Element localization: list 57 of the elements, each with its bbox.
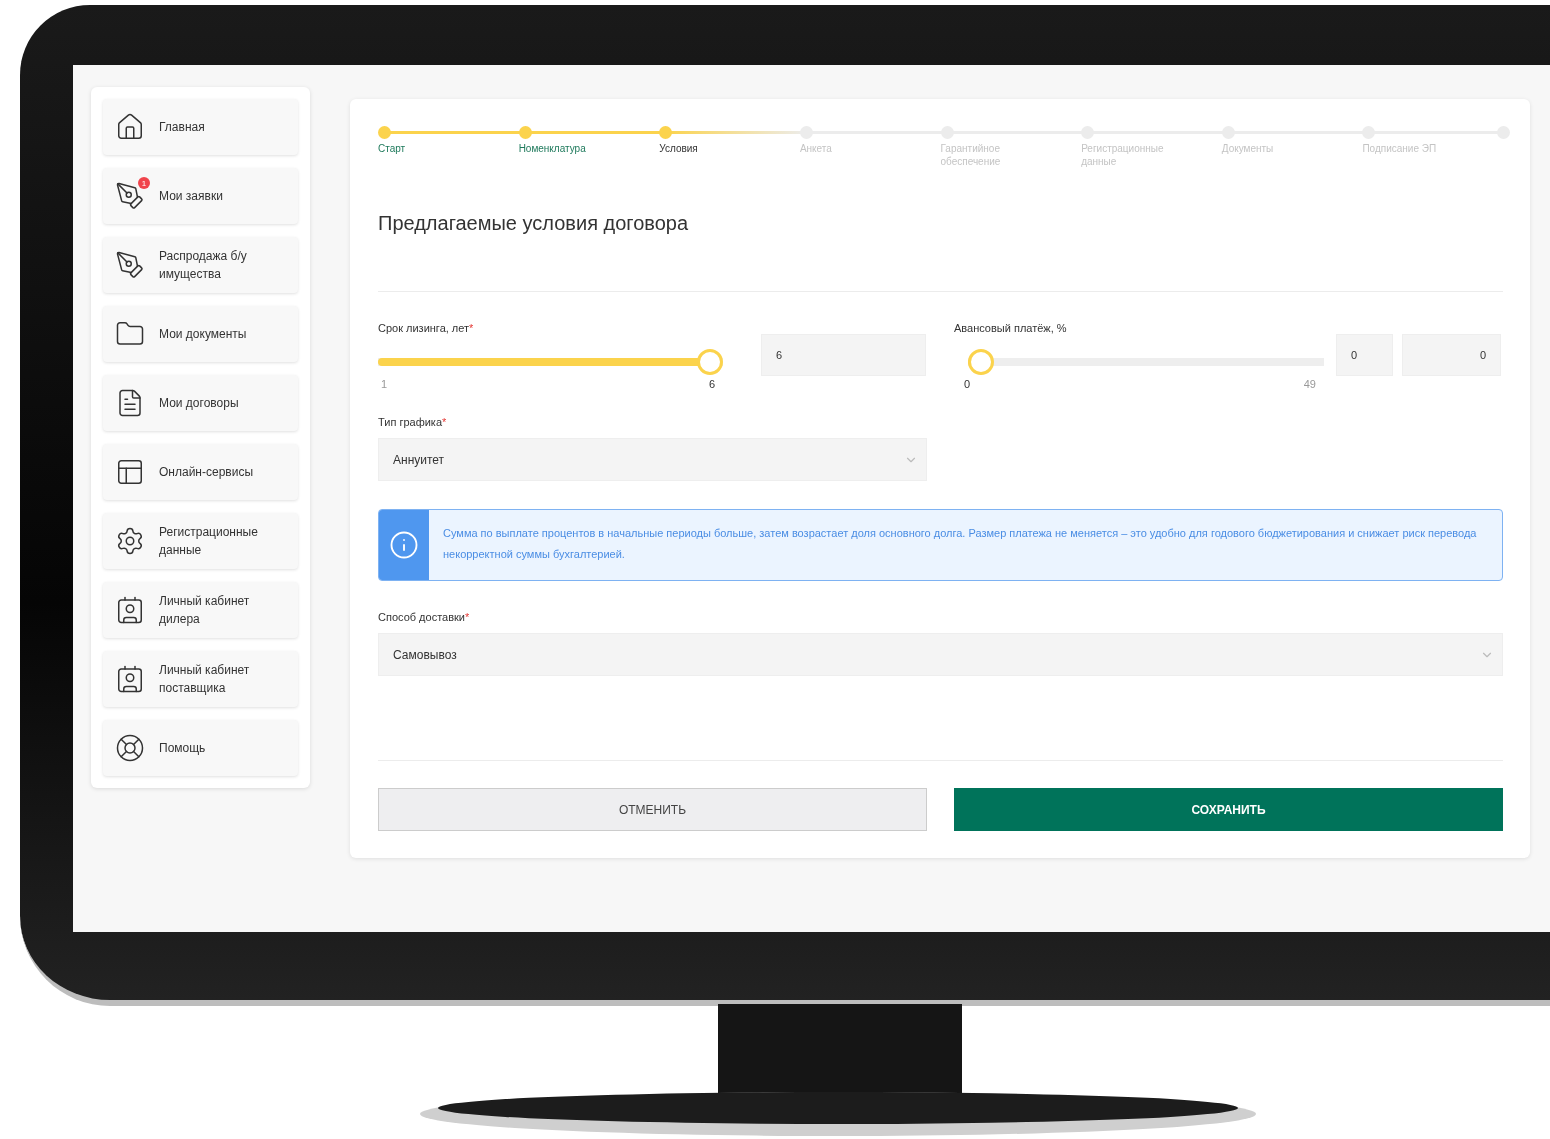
sidebar-label: Личный кабинет дилера [159,593,251,628]
step-label: Регистрационные данные [1081,142,1165,168]
info-text: Сумма по выплате процентов в начальные периоды больше, затем возрастает доля основного долга. Размер платежа не меняется – это удобно для годового бюджетирования и снижает риск перевода некорректной суммы бухгалтерией. [442,526,1478,562]
step-label: Анкета [799,142,833,155]
field-label: Срок лизинга, лет* [378,322,475,334]
field-label: Тип графика* [378,416,448,428]
menu-icon [115,526,145,556]
slider-thumb[interactable] [968,349,994,375]
slider-max: 49 [1303,378,1316,390]
percent-input[interactable]: 0 [1336,334,1393,376]
sidebar-item[interactable]: Личный кабинет поставщика [103,651,298,707]
step-label: Старт [378,142,407,155]
sidebar-item[interactable]: Личный кабинет дилера [103,582,298,638]
sidebar-label: Помощь [159,740,206,757]
amount-input[interactable]: 0 [1402,334,1501,376]
slider-thumb[interactable] [697,349,723,375]
notification-badge: 1 [138,177,150,189]
slider-min: 0 [964,378,971,390]
sidebar-item[interactable]: Мои договоры [103,375,298,431]
step-label: Документы [1221,142,1275,155]
step-label: Гарантийное обеспечение [940,142,1002,168]
sidebar-label: Мои договоры [159,395,239,412]
sidebar-label: Мои заявки [159,188,223,205]
menu-icon [115,595,145,625]
info-icon [389,530,419,560]
menu-icon [115,664,145,694]
page-title: Предлагаемые условия договора [378,212,690,235]
sidebar-label: Регистрационные данные [159,524,259,559]
menu-icon [115,457,145,487]
sidebar-label: Онлайн-сервисы [159,464,253,481]
menu-icon [115,250,145,280]
sidebar-item[interactable]: Онлайн-сервисы [103,444,298,500]
sidebar-label: Мои документы [159,326,247,343]
sidebar-label: Распродажа б/у имущества [159,248,248,283]
step-label: Условия [659,142,699,155]
step-label: Номенклатура [518,142,587,155]
schedule-select[interactable]: Аннуитет [378,438,927,481]
delivery-select[interactable]: Самовывоз [378,633,1503,676]
field-label: Авансовый платёж, % [954,322,1068,334]
field-label: Способ доставки* [378,611,471,623]
menu-icon [115,733,145,763]
sidebar-item[interactable]: Главная [103,99,298,155]
term-input[interactable]: 6 [761,334,926,376]
slider-max: 6 [708,378,715,390]
menu-icon [115,112,145,142]
sidebar-label: Главная [159,119,205,136]
menu-icon [115,181,145,211]
save-button[interactable]: СОХРАНИТЬ [954,788,1503,831]
sidebar-item[interactable]: 1 Мои заявки [103,168,298,224]
cancel-button[interactable]: ОТМЕНИТЬ [378,788,927,831]
slider-min: 1 [381,378,388,390]
sidebar-label: Личный кабинет поставщика [159,662,251,697]
sidebar-item[interactable]: Мои документы [103,306,298,362]
sidebar-item[interactable]: Распродажа б/у имущества [103,237,298,293]
sidebar-item[interactable]: Регистрационные данные [103,513,298,569]
step-label: Подписание ЭП [1362,142,1438,155]
sidebar-item[interactable]: Помощь [103,720,298,776]
